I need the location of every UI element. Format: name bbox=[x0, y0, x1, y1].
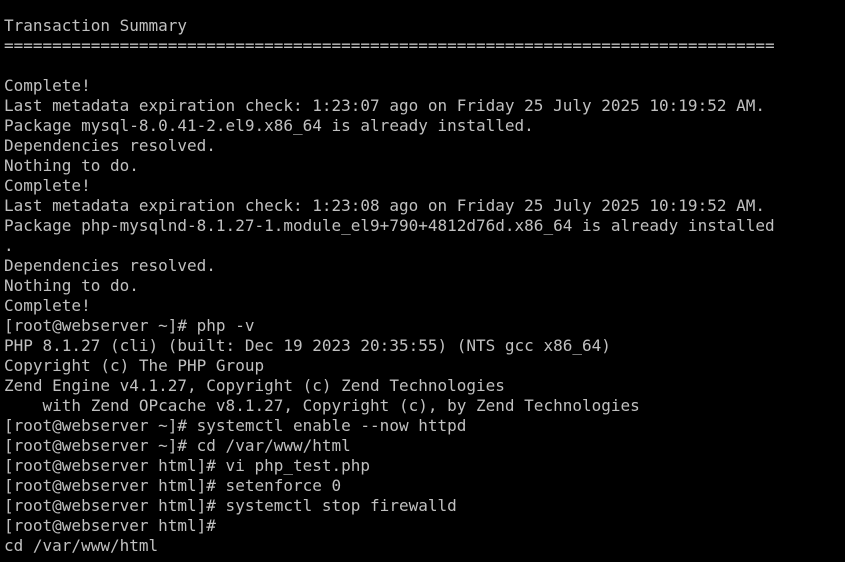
terminal-line: [root@webserver html]# bbox=[4, 516, 216, 535]
terminal-line: Package mysql-8.0.41-2.el9.x86_64 is alr… bbox=[4, 116, 534, 135]
terminal-line: . bbox=[4, 236, 14, 255]
terminal-line: with Zend OPcache v8.1.27, Copyright (c)… bbox=[4, 396, 640, 415]
terminal-line: [root@webserver html]# setenforce 0 bbox=[4, 476, 342, 495]
terminal-line: Complete! bbox=[4, 176, 91, 195]
terminal-line: Zend Engine v4.1.27, Copyright (c) Zend … bbox=[4, 376, 505, 395]
terminal-line: [root@webserver html]# vi php_test.php bbox=[4, 456, 371, 475]
terminal-line: PHP 8.1.27 (cli) (built: Dec 19 2023 20:… bbox=[4, 336, 611, 355]
terminal-line: Last metadata expiration check: 1:23:08 … bbox=[4, 196, 765, 215]
terminal-line: [root@webserver ~]# php -v bbox=[4, 316, 255, 335]
terminal-line: [root@webserver ~]# systemctl enable --n… bbox=[4, 416, 467, 435]
terminal-line: Package php-mysqlnd-8.1.27-1.module_el9+… bbox=[4, 216, 775, 235]
terminal-line: Dependencies resolved. bbox=[4, 136, 216, 155]
terminal-line: ========================================… bbox=[4, 36, 775, 55]
terminal-line: Last metadata expiration check: 1:23:07 … bbox=[4, 96, 765, 115]
terminal-line: [root@webserver html]# systemctl stop fi… bbox=[4, 496, 457, 515]
terminal-line: Complete! bbox=[4, 296, 91, 315]
terminal-line: Nothing to do. bbox=[4, 276, 139, 295]
terminal-line: Copyright (c) The PHP Group bbox=[4, 356, 265, 375]
terminal-line: [root@webserver ~]# cd /var/www/html bbox=[4, 436, 351, 455]
terminal-line: Nothing to do. bbox=[4, 156, 139, 175]
terminal-window[interactable]: Transaction Summary ====================… bbox=[0, 0, 845, 562]
terminal-line: Complete! bbox=[4, 76, 91, 95]
terminal-line: cd /var/www/html bbox=[4, 536, 159, 555]
terminal-line: Transaction Summary bbox=[4, 16, 188, 35]
terminal-line: Dependencies resolved. bbox=[4, 256, 216, 275]
